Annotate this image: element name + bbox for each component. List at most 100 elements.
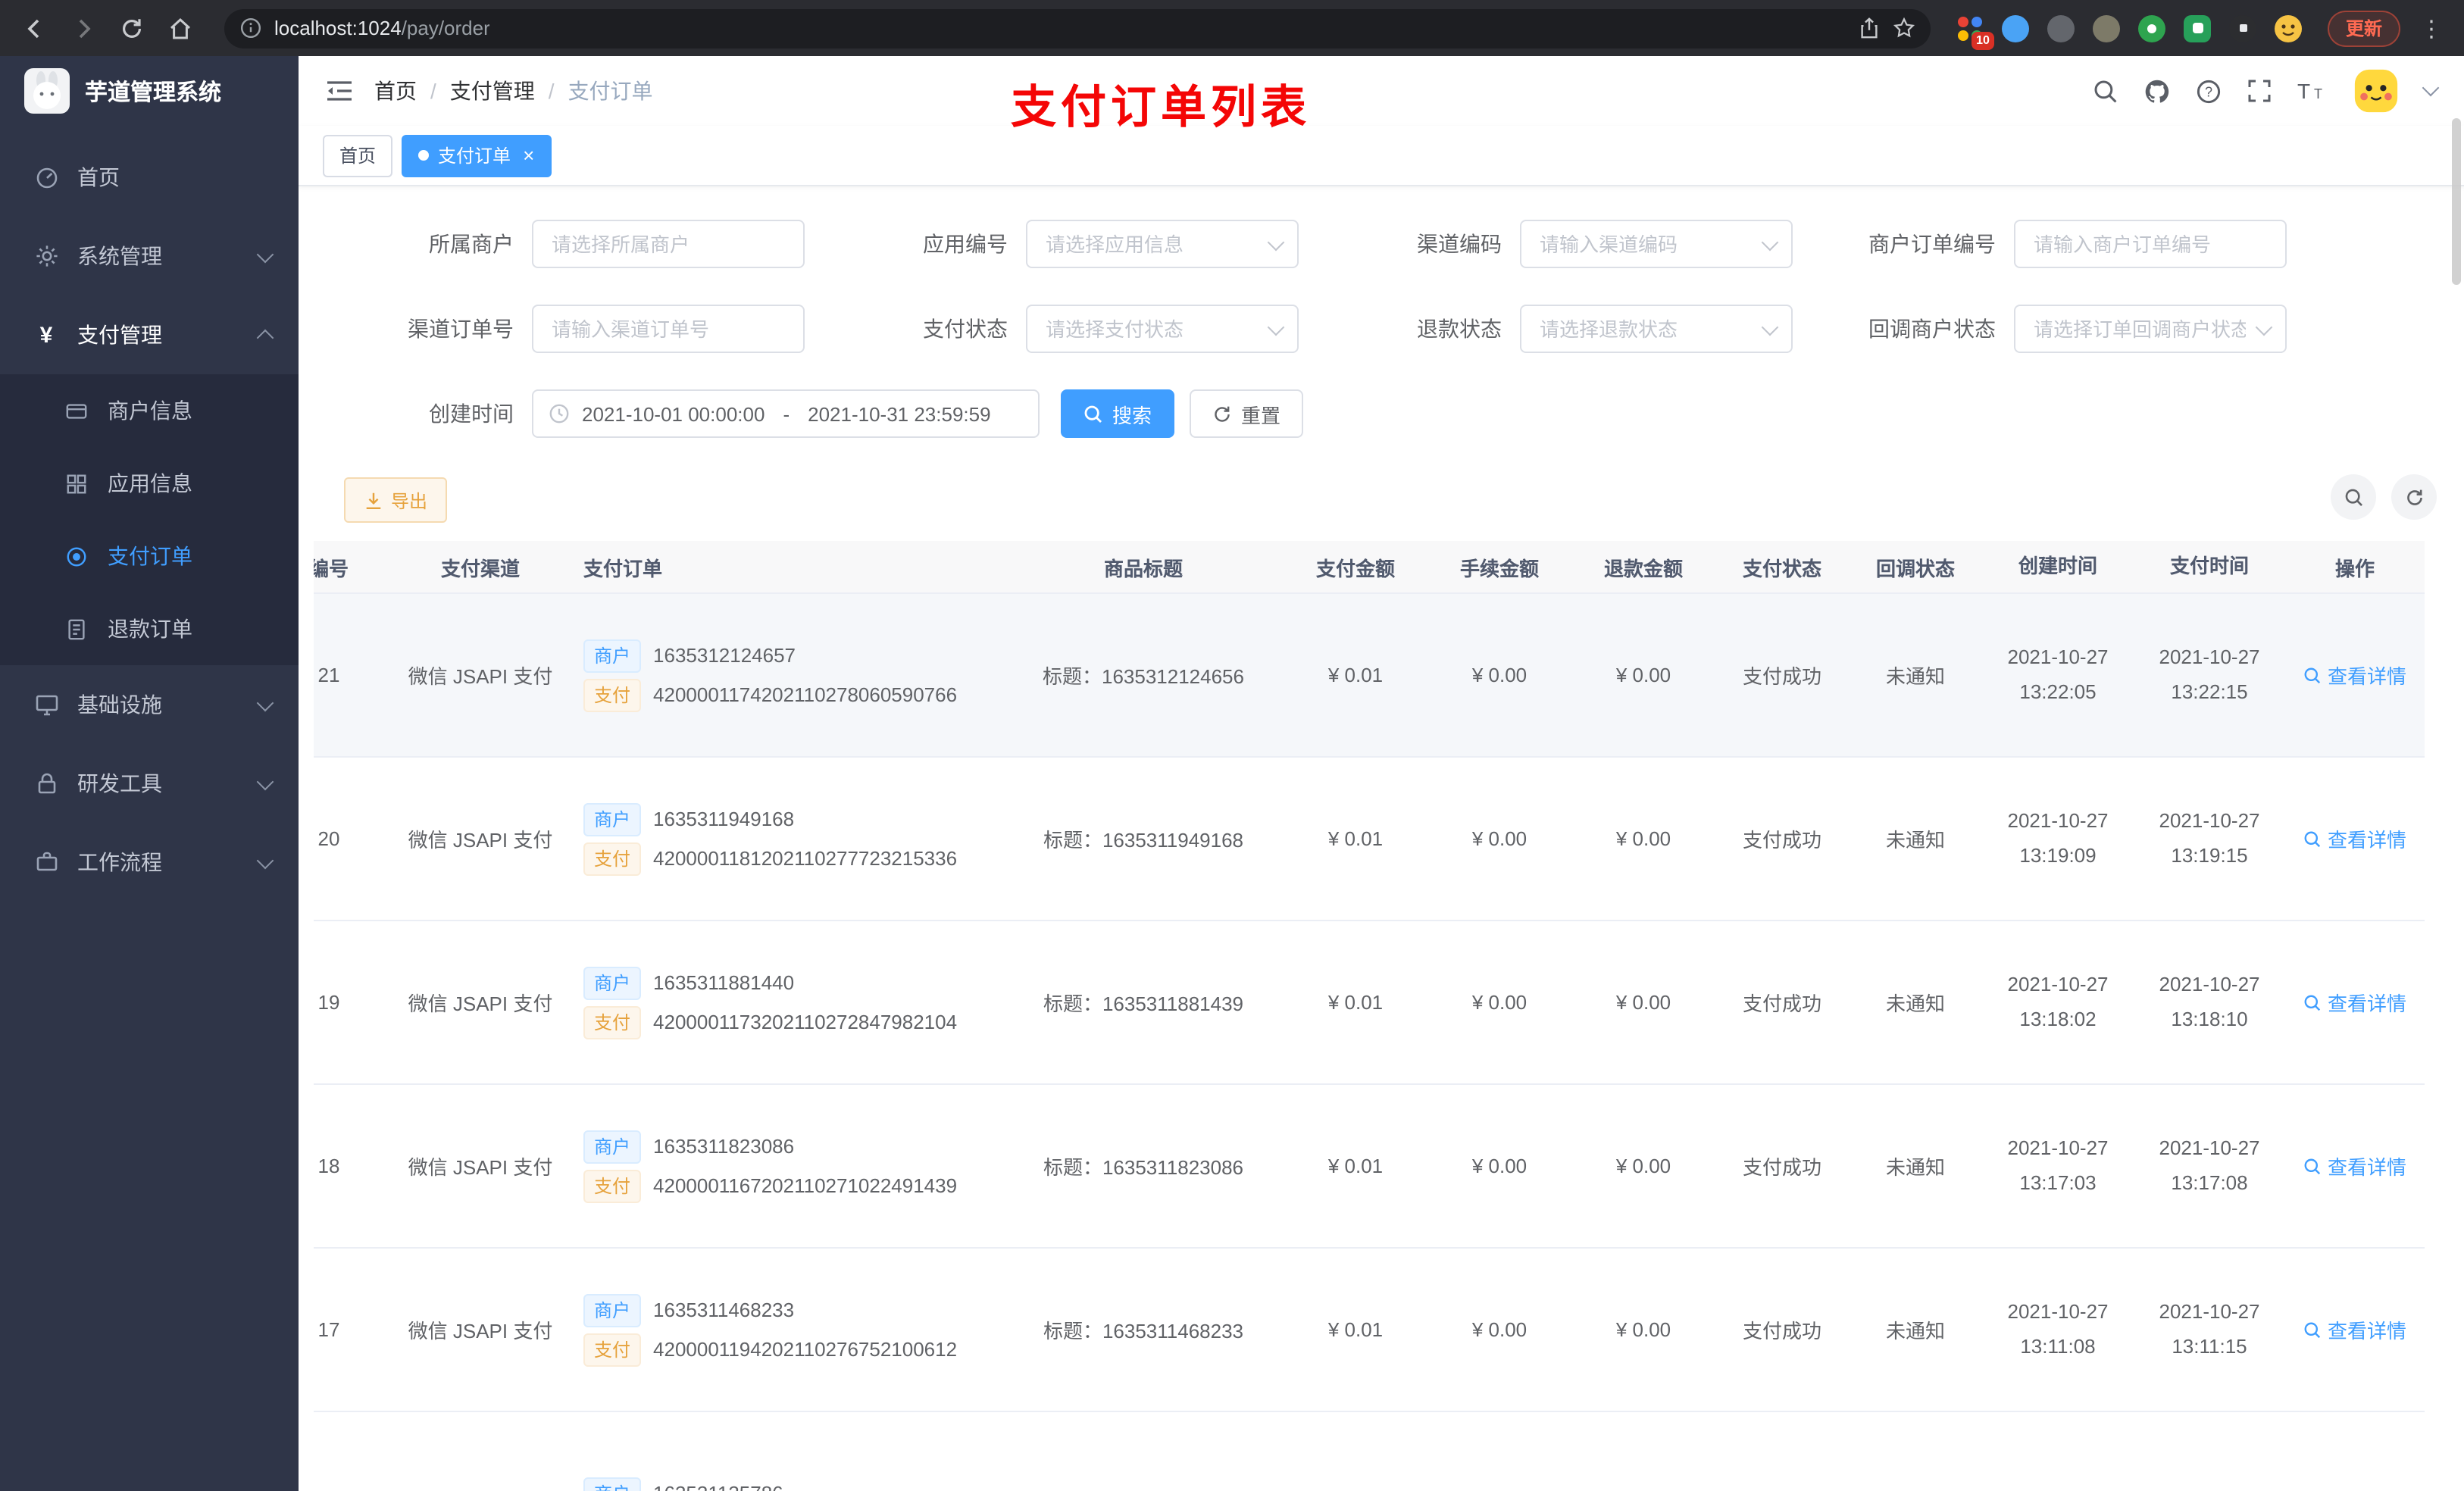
browser-home-button[interactable]	[161, 8, 200, 48]
bookmark-star-icon[interactable]	[1893, 17, 1915, 39]
table-toolbar: 导出	[299, 474, 2464, 541]
extension-dark-circle-icon[interactable]	[2046, 12, 2078, 44]
filter-merchant: 所属商户	[344, 220, 805, 268]
target-icon	[64, 545, 89, 567]
chevron-down-icon	[256, 772, 274, 790]
breadcrumb-home[interactable]: 首页	[374, 76, 417, 106]
sidebar-item-infrastructure[interactable]: 基础设施	[0, 665, 299, 744]
cell-fee: ¥ 0.00	[1471, 991, 1527, 1014]
table-row: 20 微信 JSAPI 支付 商户 1635311949168 支付 4200001181…	[314, 758, 2425, 921]
view-detail-link[interactable]: 查看详情	[2303, 824, 2406, 853]
date-range-picker[interactable]: 2021-10-01 00:00:00 - 2021-10-31 23:59:5…	[532, 389, 1040, 438]
reset-button[interactable]: 重置	[1190, 389, 1304, 438]
address-bar[interactable]: localhost:1024/pay/order	[224, 8, 1931, 48]
sidebar-item-refund-order[interactable]: 退款订单	[0, 592, 299, 665]
date-start: 2021-10-01 00:00:00	[582, 402, 765, 425]
cell-fee: ¥ 0.00	[1471, 1155, 1527, 1177]
cell-title: 标题：1635311468233	[1043, 1320, 1244, 1343]
cell-pay-order: 商户 1635311881440 支付 42000011732021102728479…	[571, 960, 1003, 1045]
table-container: 编号 支付渠道 支付订单 商品标题 支付金额 手续金额 退款金额 支付状态 回调…	[314, 541, 2440, 1491]
tab-pay-order[interactable]: 支付订单 ×	[402, 134, 552, 177]
app-select-input[interactable]	[1026, 220, 1299, 268]
tab-home[interactable]: 首页	[323, 134, 393, 177]
cell-action: 查看详情	[2285, 1152, 2425, 1180]
browser-menu-icon[interactable]: ⋮	[2414, 14, 2449, 42]
share-icon[interactable]	[1858, 17, 1881, 39]
table-row: 商户163531135786	[314, 1412, 2425, 1491]
extension-olive-circle-icon[interactable]	[2091, 12, 2123, 44]
extension-pin-icon[interactable]	[2228, 12, 2259, 44]
extension-green-circle-icon[interactable]	[2137, 12, 2169, 44]
cell-pay-order: 商户 1635311468233 支付 42000011942021102767521…	[571, 1287, 1003, 1372]
pay-order-table: 编号 支付渠道 支付订单 商品标题 支付金额 手续金额 退款金额 支付状态 回调…	[314, 541, 2425, 1491]
merchant-tag: 商户	[583, 1477, 642, 1491]
font-size-icon[interactable]: TT	[2297, 79, 2328, 103]
user-avatar[interactable]	[2353, 68, 2399, 114]
notify-status-select[interactable]	[2014, 305, 2287, 353]
extension-green-square-icon[interactable]	[2182, 12, 2214, 44]
filter-create-time: 创建时间 2021-10-01 00:00:00 - 2021-10-31 23…	[344, 389, 1040, 438]
extensions-grid-icon[interactable]: 10	[1955, 12, 1994, 50]
browser-back-button[interactable]	[15, 8, 55, 48]
search-icon[interactable]	[2093, 78, 2118, 104]
chevron-up-icon	[256, 329, 274, 347]
app-title: 芋道管理系统	[85, 80, 222, 105]
tab-close-icon[interactable]: ×	[523, 145, 534, 165]
pay-tag: 支付	[583, 678, 642, 711]
sidebar-item-pay-order[interactable]: 支付订单	[0, 520, 299, 592]
cell-pay-status: 支付成功	[1742, 1156, 1821, 1179]
channel-order-no-input[interactable]	[532, 305, 805, 353]
filter-app-id: 应用编号	[838, 220, 1299, 268]
cell-pay-time: 2021-10-27 13:22:15	[2159, 645, 2260, 703]
cell-notify-status: 未通知	[1885, 1156, 1945, 1179]
merchant-tag: 商户	[583, 639, 642, 672]
merchant-order-no-input[interactable]	[2014, 220, 2287, 268]
cell-pay-time: 2021-10-27 13:11:15	[2159, 1299, 2260, 1358]
cell-pay-status: 支付成功	[1742, 829, 1821, 852]
sidebar-item-workflow[interactable]: 工作流程	[0, 823, 299, 902]
help-icon[interactable]: ?	[2196, 78, 2222, 104]
cell-action: 查看详情	[2285, 661, 2425, 689]
view-detail-link[interactable]: 查看详情	[2303, 1152, 2406, 1180]
breadcrumb-payment[interactable]: 支付管理	[450, 76, 535, 106]
browser-update-button[interactable]: 更新	[2327, 10, 2400, 46]
url-text: localhost:1024/pay/order	[274, 17, 490, 39]
cell-pay-order: 商户 1635312124657 支付 42000011742021102780605…	[571, 633, 1003, 717]
view-detail-link[interactable]: 查看详情	[2303, 1315, 2406, 1344]
sidebar-item-merchant-info[interactable]: 商户信息	[0, 374, 299, 447]
browser-reload-button[interactable]	[112, 8, 152, 48]
site-info-icon[interactable]	[239, 17, 262, 39]
merchant-tag: 商户	[583, 966, 642, 999]
cell-pay-time: 2021-10-27 13:17:08	[2159, 1136, 2260, 1194]
user-dropdown-caret-icon[interactable]	[2422, 79, 2440, 97]
monitor-icon	[33, 692, 59, 717]
refresh-icon[interactable]	[2391, 474, 2437, 520]
view-detail-link[interactable]: 查看详情	[2303, 661, 2406, 689]
document-icon	[64, 617, 89, 640]
sidebar-item-system[interactable]: 系统管理	[0, 217, 299, 295]
cell-action: 查看详情	[2285, 988, 2425, 1017]
fullscreen-icon[interactable]	[2247, 79, 2272, 103]
view-detail-link[interactable]: 查看详情	[2303, 988, 2406, 1017]
menu-fold-icon[interactable]	[326, 79, 353, 103]
filter-refund-status: 退款状态	[1332, 305, 1793, 353]
refund-status-select[interactable]	[1520, 305, 1793, 353]
cell-amount: ¥ 0.01	[1327, 827, 1384, 850]
channel-code-input[interactable]	[1520, 220, 1793, 268]
extension-drop-icon[interactable]	[2000, 12, 2032, 44]
browser-forward-button[interactable]	[64, 8, 103, 48]
sidebar-item-dev-tools[interactable]: 研发工具	[0, 744, 299, 823]
sidebar-item-app-info[interactable]: 应用信息	[0, 447, 299, 520]
filter-pay-status: 支付状态	[838, 305, 1299, 353]
sidebar-item-payment[interactable]: ¥ 支付管理	[0, 295, 299, 374]
profile-avatar-icon[interactable]	[2273, 12, 2305, 44]
search-button[interactable]: 搜索	[1061, 389, 1175, 438]
export-button[interactable]: 导出	[344, 477, 448, 523]
merchant-select-input[interactable]	[532, 220, 805, 268]
github-icon[interactable]	[2144, 78, 2170, 104]
cell-notify-status: 未通知	[1885, 992, 1945, 1015]
toggle-search-icon[interactable]	[2331, 474, 2376, 520]
page-scrollbar[interactable]	[2452, 118, 2461, 285]
pay-status-select[interactable]	[1026, 305, 1299, 353]
sidebar-item-home[interactable]: 首页	[0, 138, 299, 217]
